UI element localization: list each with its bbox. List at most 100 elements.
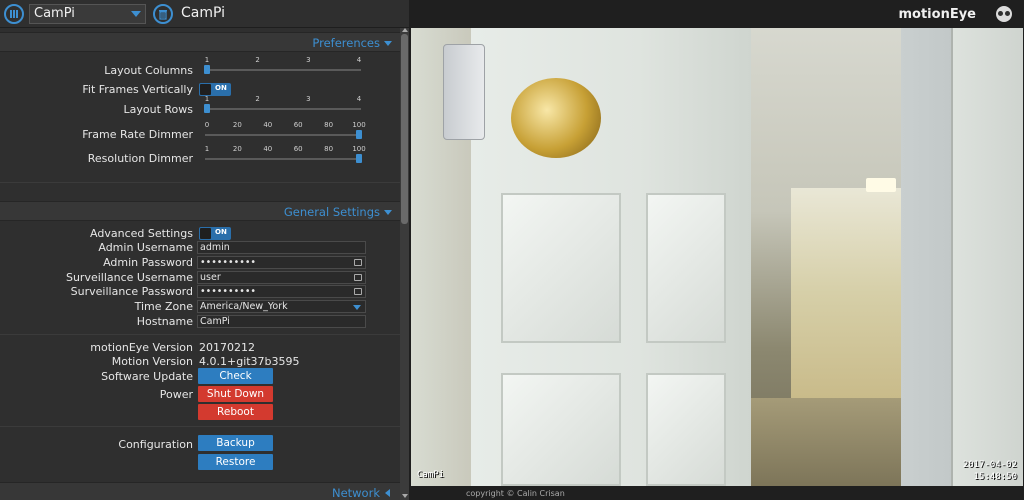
slider-tick-label: 80 [324,145,334,153]
slider-tick-label: 0 [204,121,210,129]
camera-frame[interactable]: CamPi 2017-04-02 15:48:50 [411,28,1023,486]
software-update-label: Software Update [101,370,193,383]
advanced-settings-toggle[interactable]: ON [199,227,231,240]
slider-tick-label: 1 [204,56,210,64]
divider [0,182,400,183]
preferences-title: Preferences [312,36,380,50]
keyboard-icon[interactable] [354,259,362,266]
toggle-state: ON [215,84,227,92]
time-zone-value: America/New_York [200,301,288,312]
video-door-knob [511,78,601,158]
shutdown-button[interactable]: Shut Down [198,386,273,402]
slider-tick-label: 100 [352,145,366,153]
copyright-text: copyright © Calin Crisan [466,489,565,498]
time-zone-label: Time Zone [134,300,193,313]
reboot-button[interactable]: Reboot [198,404,273,420]
surveillance-username-label: Surveillance Username [65,271,193,284]
slider-tick-label: 1 [204,95,210,103]
advanced-settings-label: Advanced Settings [90,227,193,240]
configuration-label: Configuration [118,438,193,451]
layout-columns-slider[interactable]: 1 2 3 4 [204,56,362,75]
triangle-left-icon [385,489,390,497]
scroll-down-icon[interactable] [402,494,408,498]
date-overlay: 2017-04-02 [962,460,1017,470]
motion-version-value: 4.0.1+git37b3595 [199,355,300,368]
slider-tick-label: 20 [232,121,242,129]
slider-tick-label: 40 [263,145,273,153]
slider-tick-label: 3 [306,56,311,64]
camera-name-overlay: CamPi [417,470,445,480]
resolution-dimmer-slider[interactable]: 1 20 40 60 80 100 [205,145,366,164]
slider-tick-label: 60 [293,145,303,153]
surveillance-password-input[interactable]: •••••••••• [197,285,366,298]
triangle-down-icon [384,41,392,46]
slider-tick-label: 60 [293,121,303,129]
chevron-down-icon [353,305,361,310]
slider-tick-label: 2 [255,56,260,64]
restore-button[interactable]: Restore [198,454,273,470]
camera-title: CamPi [181,5,226,21]
admin-password-value: •••••••••• [200,257,257,268]
settings-scroll-area: Preferences Layout Columns 1 2 3 4 Fit Fram… [0,28,400,500]
surveillance-username-input[interactable]: user [197,271,366,284]
scroll-up-icon[interactable] [402,28,408,32]
hostname-input[interactable]: CamPi [197,315,366,328]
frame-rate-dimmer-slider[interactable]: 0 20 40 60 80 100 [204,121,366,140]
check-button[interactable]: Check [198,368,273,384]
surveillance-password-value: •••••••••• [200,286,257,297]
settings-panel: CamPi CamPi Preferences Layout Columns 1… [0,0,409,500]
network-section-header[interactable]: Network [0,482,400,500]
slider-tick-label: 40 [263,121,273,129]
top-bar: CamPi CamPi [0,0,409,28]
video-kitchen [791,188,901,398]
slider-track [205,158,361,160]
motion-version-label: Motion Version [111,355,193,368]
slider-tick-label: 3 [306,95,311,103]
motioneye-version-value: 20170212 [199,341,255,354]
video-ceiling-light [866,178,896,192]
slider-handle[interactable] [356,130,362,139]
time-overlay: 15:48:50 [973,472,1017,482]
slider-tick-label: 100 [352,121,366,129]
keyboard-icon[interactable] [354,288,362,295]
admin-username-label: Admin Username [98,241,193,254]
menu-button[interactable] [4,4,24,24]
slider-handle[interactable] [356,154,362,163]
chevron-down-icon [131,11,141,17]
trash-icon [159,9,167,20]
layout-columns-label: Layout Columns [104,64,193,77]
general-settings-section-header[interactable]: General Settings [0,201,400,221]
admin-username-value: admin [200,242,230,253]
menu-icon [10,10,18,18]
slider-handle[interactable] [204,65,210,74]
layout-rows-slider[interactable]: 1 2 3 4 [204,95,362,114]
brand-name: motionEye [898,7,976,22]
admin-username-input[interactable]: admin [197,241,366,254]
backup-button[interactable]: Backup [198,435,273,451]
power-label: Power [159,388,193,401]
video-door-right [951,28,1023,486]
time-zone-select[interactable]: America/New_York [197,300,366,313]
remove-camera-button[interactable] [153,4,173,24]
surveillance-username-value: user [200,272,221,283]
surveillance-password-label: Surveillance Password [70,285,193,298]
slider-handle[interactable] [204,104,210,113]
keyboard-icon[interactable] [354,274,362,281]
settings-scrollbar[interactable] [400,28,409,500]
hostname-value: CamPi [200,316,230,327]
scrollbar-thumb[interactable] [401,34,408,224]
app-root: CamPi CamPi Preferences Layout Columns 1… [0,0,1024,500]
toggle-state: ON [215,228,227,236]
slider-tick-label: 4 [356,56,362,64]
slider-track [205,69,361,71]
toggle-knob [200,228,211,239]
video-door-latch [443,44,485,140]
frame-rate-dimmer-label: Frame Rate Dimmer [82,128,193,141]
slider-tick-label: 4 [356,95,362,103]
admin-password-input[interactable]: •••••••••• [197,256,366,269]
divider [0,334,400,335]
preferences-section-header[interactable]: Preferences [0,32,400,52]
camera-area: motionEye CamPi 2017-04-02 15:48:50 copy… [409,0,1024,500]
video-door-panel [501,373,621,486]
camera-select[interactable]: CamPi [29,4,146,24]
